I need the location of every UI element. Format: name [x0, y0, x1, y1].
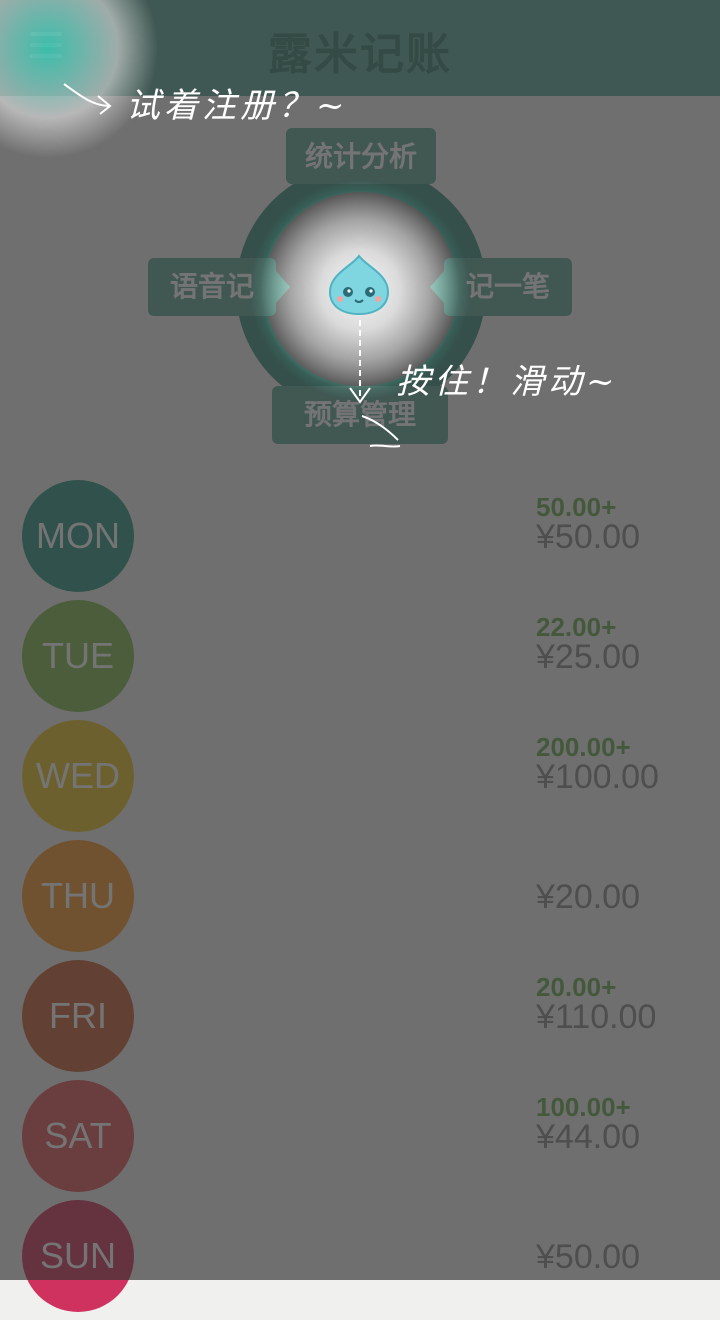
- day-row[interactable]: MON 50.00+ ¥50.00: [0, 480, 720, 600]
- day-badge: THU: [22, 840, 134, 952]
- tab-voice-record[interactable]: 语音记: [148, 258, 290, 316]
- day-badge: SAT: [22, 1080, 134, 1192]
- day-expense: ¥100.00: [536, 758, 659, 796]
- register-hint-text: 试着注册？~: [126, 86, 349, 126]
- tab-statistics[interactable]: 统计分析: [286, 128, 436, 184]
- day-row[interactable]: FRI 20.00+ ¥110.00: [0, 960, 720, 1080]
- day-badge: FRI: [22, 960, 134, 1072]
- day-expense: ¥50.00: [536, 1238, 640, 1276]
- day-expense: ¥110.00: [536, 998, 657, 1036]
- app-title: 露米记账: [268, 29, 452, 80]
- day-expense: ¥50.00: [536, 518, 640, 556]
- day-row[interactable]: WED 200.00+ ¥100.00: [0, 720, 720, 840]
- day-row[interactable]: SAT 100.00+ ¥44.00: [0, 1080, 720, 1200]
- swipe-hint-text: 按住！滑动~: [396, 362, 619, 402]
- day-expense: ¥25.00: [536, 638, 640, 676]
- day-badge: MON: [22, 480, 134, 592]
- day-badge: SUN: [22, 1200, 134, 1312]
- tab-add-record[interactable]: 记一笔: [430, 258, 572, 316]
- register-hint-arrow-icon: [63, 83, 112, 115]
- day-badge: TUE: [22, 600, 134, 712]
- day-row[interactable]: THU ¥20.00: [0, 840, 720, 960]
- day-row[interactable]: SUN ¥50.00: [0, 1200, 720, 1320]
- day-row[interactable]: TUE 22.00+ ¥25.00: [0, 600, 720, 720]
- day-badge: WED: [22, 720, 134, 832]
- day-expense: ¥44.00: [536, 1118, 640, 1156]
- day-expense: ¥20.00: [536, 878, 640, 916]
- mascot-icon[interactable]: [326, 254, 392, 316]
